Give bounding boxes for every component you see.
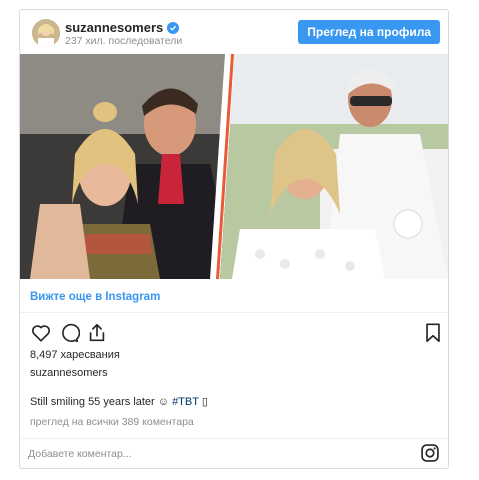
post-caption: Still smiling 55 years later ☺ #TBT ▯ — [30, 395, 208, 408]
divider — [20, 438, 448, 439]
divider — [20, 312, 448, 313]
owner-username[interactable]: suzannesomers — [30, 367, 108, 379]
verified-badge-icon — [167, 21, 180, 34]
hashtag-link[interactable]: #TBT — [172, 396, 199, 408]
post-photo[interactable] — [20, 54, 448, 279]
instagram-logo-icon[interactable] — [420, 443, 440, 463]
avatar[interactable] — [32, 19, 60, 47]
caption-tail: ▯ — [198, 396, 208, 408]
likes-count: 8,497 харесвания — [30, 349, 120, 361]
heart-icon[interactable] — [30, 322, 52, 344]
action-bar — [28, 322, 440, 346]
followers-count: 237 хил. последователи — [65, 35, 183, 47]
share-icon[interactable] — [86, 322, 108, 344]
view-profile-button[interactable]: Преглед на профила — [298, 20, 440, 44]
post-header: suzannesomers 237 хил. последователи Пре… — [20, 10, 448, 54]
instagram-embed-card: suzannesomers 237 хил. последователи Пре… — [19, 9, 449, 469]
username-text[interactable]: suzannesomers — [65, 20, 163, 35]
view-all-comments-link[interactable]: преглед на всички 389 коментара — [30, 416, 194, 428]
comment-icon[interactable] — [58, 322, 81, 344]
bookmark-icon[interactable] — [422, 322, 444, 344]
add-comment-input[interactable]: Добавете коментар... — [28, 448, 132, 460]
caption-text: Still smiling 55 years later ☺ — [30, 396, 173, 408]
view-more-link[interactable]: Вижте още в Instagram — [30, 291, 160, 303]
username[interactable]: suzannesomers — [65, 20, 180, 35]
